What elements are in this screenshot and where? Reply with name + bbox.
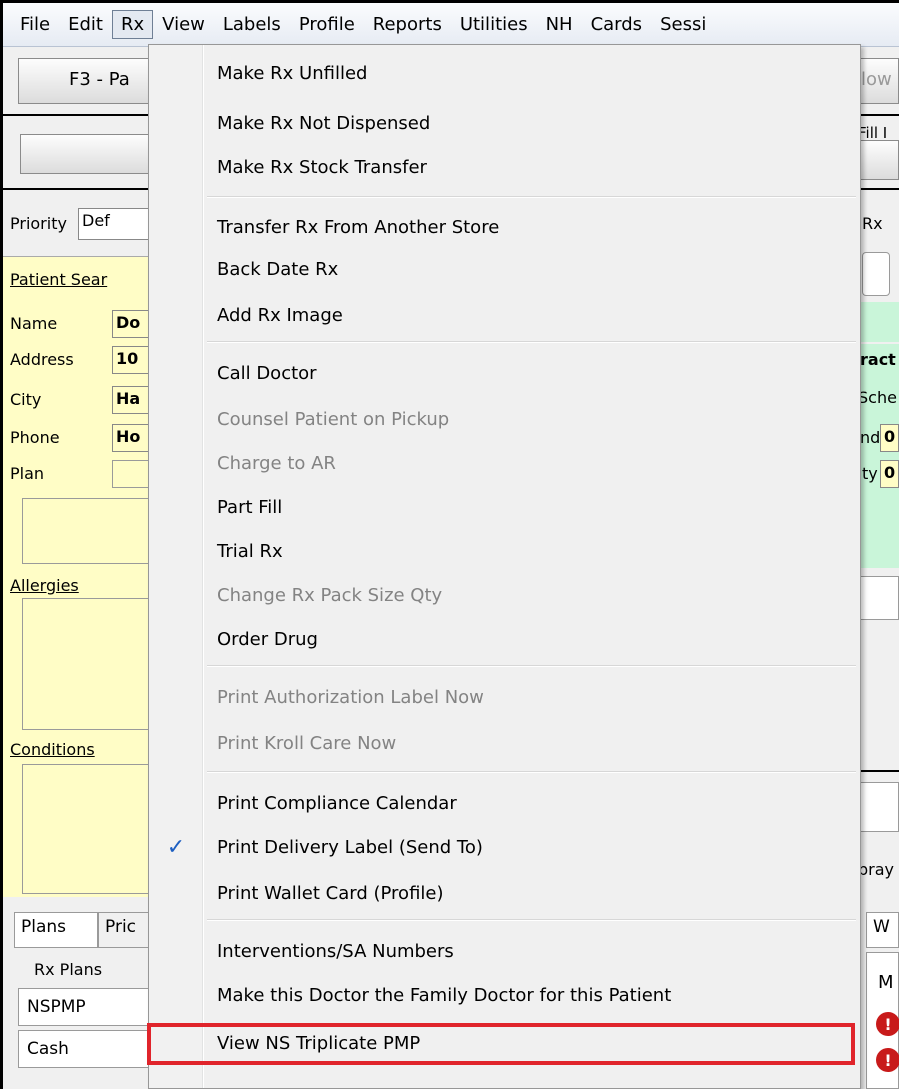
tab-w[interactable]: W [866, 912, 899, 948]
phone-label: Phone [10, 428, 60, 447]
phone-field[interactable]: Ho [112, 424, 152, 452]
name-label: Name [10, 314, 58, 333]
m-header: M [878, 972, 894, 993]
highlight-box [147, 1023, 855, 1065]
menu-item-interventions[interactable]: Interventions/SA Numbers [217, 937, 454, 967]
address-field[interactable]: 10 [112, 346, 152, 374]
schedule-label: Sche [858, 388, 897, 407]
error-icon: ! [876, 1048, 899, 1072]
tab-plans[interactable]: Plans [14, 912, 98, 948]
menu-item-print-wallet-card[interactable]: Print Wallet Card (Profile) [217, 879, 444, 909]
rx-dropdown-menu: Make Rx Unfilled Make Rx Not Dispensed M… [148, 44, 861, 1089]
drug-header-band [860, 302, 899, 342]
menu-view[interactable]: View [153, 10, 214, 39]
menu-reports[interactable]: Reports [364, 10, 451, 39]
menu-item-print-kroll-care[interactable]: Print Kroll Care Now [217, 729, 396, 759]
nd-label: nd [860, 428, 881, 447]
menu-item-print-delivery-label[interactable]: Print Delivery Label (Send To) [217, 833, 483, 863]
menu-utilities[interactable]: Utilities [451, 10, 537, 39]
plan-label: Plan [10, 464, 45, 483]
menu-item-make-rx-not-dispensed[interactable]: Make Rx Not Dispensed [217, 109, 430, 139]
nd-field[interactable]: 0 [880, 424, 899, 452]
menu-gutter [149, 45, 204, 1088]
menu-item-charge-to-ar[interactable]: Charge to AR [217, 449, 336, 479]
menu-item-counsel-patient[interactable]: Counsel Patient on Pickup [217, 405, 449, 435]
spray-label: pray [858, 860, 895, 879]
name-field[interactable]: Do [112, 310, 152, 338]
menu-separator [207, 919, 856, 921]
priority-select[interactable]: Def [78, 208, 150, 240]
plan-row[interactable]: NSPMP [18, 988, 153, 1026]
rx-label: Rx [862, 214, 883, 233]
allergies-label[interactable]: Allergies [10, 576, 79, 595]
menu-nh[interactable]: NH [537, 10, 582, 39]
qty-field[interactable]: 0 [880, 460, 899, 488]
patient-notes-box [22, 498, 152, 564]
menu-edit[interactable]: Edit [59, 10, 112, 39]
right-input[interactable] [862, 252, 890, 296]
menu-item-make-rx-unfilled[interactable]: Make Rx Unfilled [217, 59, 367, 89]
menu-item-order-drug[interactable]: Order Drug [217, 625, 318, 655]
menu-separator [207, 196, 856, 198]
priority-label: Priority [10, 214, 67, 233]
menu-separator [207, 665, 856, 667]
right-field-box[interactable] [856, 576, 899, 620]
menu-item-change-pack-size[interactable]: Change Rx Pack Size Qty [217, 581, 442, 611]
checkmark-icon: ✓ [166, 834, 186, 860]
menu-item-part-fill[interactable]: Part Fill [217, 493, 282, 523]
menu-separator [207, 771, 856, 773]
allergies-box [22, 598, 152, 730]
menu-labels[interactable]: Labels [214, 10, 290, 39]
city-label: City [10, 390, 42, 409]
menu-item-back-date-rx[interactable]: Back Date Rx [217, 255, 338, 285]
conditions-label[interactable]: Conditions [10, 740, 95, 759]
menu-item-print-compliance-calendar[interactable]: Print Compliance Calendar [217, 789, 457, 819]
menu-rx[interactable]: Rx [111, 10, 154, 39]
menu-profile[interactable]: Profile [290, 10, 364, 39]
right-field-box-2[interactable] [856, 782, 899, 832]
menu-item-make-rx-stock-transfer[interactable]: Make Rx Stock Transfer [217, 153, 427, 183]
menu-item-trial-rx[interactable]: Trial Rx [217, 537, 283, 567]
menu-bar: File Edit Rx View Labels Profile Reports… [3, 3, 899, 47]
plan-field[interactable] [112, 460, 152, 488]
error-icon: ! [876, 1012, 899, 1036]
tab-button-left[interactable] [20, 134, 150, 174]
right-tab-button[interactable] [860, 140, 899, 180]
city-field[interactable]: Ha [112, 386, 152, 414]
qty-label: ty [862, 464, 878, 483]
right-divider [856, 770, 899, 772]
rx-plans-label: Rx Plans [34, 960, 103, 979]
menu-item-add-rx-image[interactable]: Add Rx Image [217, 301, 343, 331]
address-label: Address [10, 350, 74, 369]
f3-patient-button[interactable]: F3 - Pa [18, 58, 153, 104]
right-top-button[interactable]: low [856, 58, 899, 104]
menu-file[interactable]: File [11, 10, 59, 39]
menu-separator [207, 341, 856, 343]
menu-item-print-authorization-label[interactable]: Print Authorization Label Now [217, 683, 484, 713]
menu-item-make-family-doctor[interactable]: Make this Doctor the Family Doctor for t… [217, 981, 671, 1011]
contract-label: ract [860, 350, 896, 369]
menu-item-transfer-rx[interactable]: Transfer Rx From Another Store [217, 213, 499, 243]
menu-cards[interactable]: Cards [582, 10, 652, 39]
drug-panel [856, 344, 899, 568]
menu-item-call-doctor[interactable]: Call Doctor [217, 359, 317, 389]
plan-row[interactable]: Cash [18, 1030, 153, 1068]
patient-search-label[interactable]: Patient Sear [10, 270, 107, 289]
conditions-box [22, 764, 152, 894]
tab-pricing[interactable]: Pric [98, 912, 153, 948]
menu-session[interactable]: Sessi [651, 10, 715, 39]
